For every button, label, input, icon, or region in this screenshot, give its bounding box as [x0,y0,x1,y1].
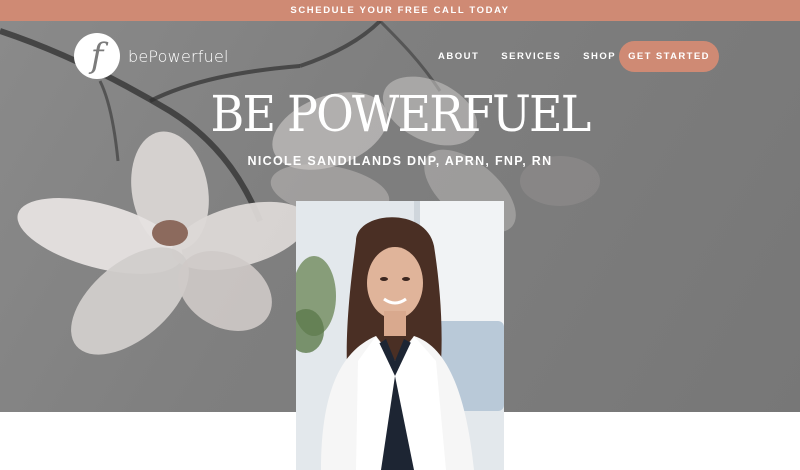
nav-item-shop[interactable]: SHOP [583,51,616,62]
f-logo-icon: f [74,33,120,79]
profile-photo [296,201,504,470]
nav-item-services[interactable]: SERVICES [501,51,561,62]
site-logo[interactable]: f bePowerfuel [74,33,229,79]
get-started-label: GET STARTED [628,51,710,62]
nav-item-about[interactable]: ABOUT [438,51,479,62]
hero-title: BE POWERFUEL [210,85,592,143]
announcement-text[interactable]: SCHEDULE YOUR FREE CALL TODAY [290,5,509,16]
announcement-bar[interactable]: SCHEDULE YOUR FREE CALL TODAY [0,0,800,21]
get-started-button[interactable]: GET STARTED [619,41,719,72]
brand-name: bePowerfuel [128,46,229,66]
main-nav: ABOUT SERVICES SHOP [438,51,638,62]
hero-subtitle: NICOLE SANDILANDS DNP, APRN, FNP, RN [247,154,553,168]
